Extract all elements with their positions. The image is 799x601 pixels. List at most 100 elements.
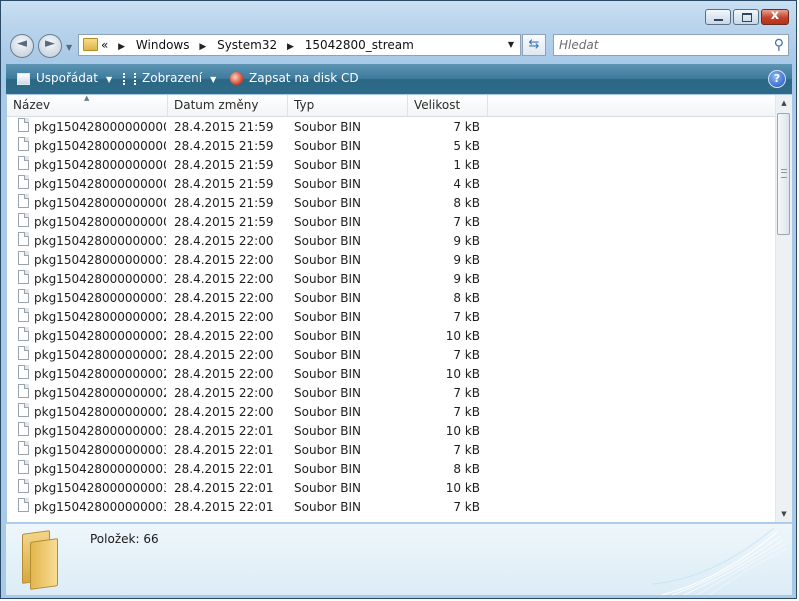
minimize-button[interactable] — [705, 9, 731, 25]
file-row[interactable]: pkg150428000000000c... 28.4.2015 21:59 Sou… — [7, 156, 776, 175]
recent-pages-dropdown-icon[interactable]: ▼ — [66, 43, 72, 52]
refresh-button[interactable]: ⇆ — [522, 34, 546, 56]
column-name[interactable]: Název ▲ — [7, 95, 168, 116]
back-arrow-icon: ◄ — [17, 36, 27, 51]
file-size: 7 kB — [453, 348, 480, 362]
breadcrumb: « ▶ Windows ▶ System32 ▶ 15042800_stream — [101, 38, 414, 52]
views-icon — [123, 72, 136, 85]
file-size: 9 kB — [453, 234, 480, 248]
address-bar[interactable]: « ▶ Windows ▶ System32 ▶ 15042800_stream… — [78, 34, 521, 56]
file-icon — [18, 213, 29, 227]
file-date: 28.4.2015 21:59 — [174, 196, 274, 210]
close-button[interactable]: x — [761, 8, 789, 25]
breadcrumb-separator-icon[interactable]: ▶ — [118, 42, 125, 52]
scroll-up-icon[interactable]: ▲ — [776, 95, 792, 111]
file-size: 7 kB — [453, 120, 480, 134]
scroll-down-icon[interactable]: ▼ — [776, 506, 792, 522]
column-size[interactable]: Velikost — [408, 95, 488, 116]
organize-button[interactable]: Uspořádat ▼ — [17, 71, 112, 85]
file-row[interactable]: pkg150428000000000d... 28.4.2015 21:59 Sou… — [7, 175, 776, 194]
forward-arrow-icon: ► — [45, 36, 55, 51]
file-row[interactable]: pkg150428000000003c... 28.4.2015 22:01 Sou… — [7, 460, 776, 479]
file-row[interactable]: pkg150428000000002a... 28.4.2015 22:00 Sou… — [7, 308, 776, 327]
file-type: Soubor BIN — [294, 158, 362, 172]
file-row[interactable]: pkg150428000000002d... 28.4.2015 22:00 Sou… — [7, 365, 776, 384]
file-row[interactable]: pkg150428000000001e... 28.4.2015 22:00 Sou… — [7, 270, 776, 289]
breadcrumb-item-windows[interactable]: Windows — [136, 38, 190, 52]
file-type: Soubor BIN — [294, 253, 362, 267]
file-row[interactable]: pkg150428000000002c... 28.4.2015 22:00 Sou… — [7, 346, 776, 365]
breadcrumb-separator-icon[interactable]: ▶ — [287, 42, 294, 52]
file-type: Soubor BIN — [294, 272, 362, 286]
file-type: Soubor BIN — [294, 310, 362, 324]
maximize-button[interactable] — [733, 9, 759, 25]
file-date: 28.4.2015 22:01 — [174, 443, 274, 457]
file-type: Soubor BIN — [294, 462, 362, 476]
search-input[interactable]: Hledat — [559, 38, 598, 52]
decorative-swoosh — [652, 527, 788, 595]
views-button[interactable]: Zobrazení ▼ — [123, 71, 216, 85]
file-type: Soubor BIN — [294, 120, 362, 134]
file-icon — [18, 441, 29, 455]
file-row[interactable]: pkg150428000000003e... 28.4.2015 22:01 Sou… — [7, 498, 776, 517]
column-type[interactable]: Typ — [288, 95, 408, 116]
explorer-window: x ◄ ► ▼ « ▶ Windows ▶ System32 ▶ 1504280… — [0, 0, 797, 599]
address-dropdown-icon[interactable]: ▼ — [508, 40, 514, 49]
file-row[interactable]: pkg150428000000000e... 28.4.2015 21:59 Sou… — [7, 194, 776, 213]
file-date: 28.4.2015 22:00 — [174, 272, 274, 286]
file-size: 7 kB — [453, 500, 480, 514]
file-name: pkg150428000000003c... — [34, 462, 166, 476]
back-button[interactable]: ◄ — [10, 34, 34, 58]
file-name: pkg150428000000001c... — [34, 253, 166, 267]
file-row[interactable]: pkg150428000000001f.... 28.4.2015 22:00 So… — [7, 289, 776, 308]
burn-cd-button[interactable]: Zapsat na disk CD — [230, 71, 359, 85]
file-row[interactable]: pkg150428000000002e... 28.4.2015 22:00 Sou… — [7, 384, 776, 403]
column-date[interactable]: Datum změny — [168, 95, 288, 116]
file-row[interactable]: pkg150428000000003a... 28.4.2015 22:01 Sou… — [7, 422, 776, 441]
file-date: 28.4.2015 21:59 — [174, 177, 274, 191]
file-size: 7 kB — [453, 443, 480, 457]
file-name: pkg150428000000000b... — [34, 139, 166, 153]
file-size: 7 kB — [453, 310, 480, 324]
folder-icon — [16, 530, 60, 590]
search-icon[interactable]: ⚲ — [774, 37, 784, 53]
organize-label: Uspořádat — [36, 71, 98, 85]
search-box[interactable]: Hledat ⚲ — [553, 34, 789, 56]
file-row[interactable]: pkg150428000000003d... 28.4.2015 22:01 Sou… — [7, 479, 776, 498]
breadcrumb-item-system32[interactable]: System32 — [217, 38, 277, 52]
file-size: 7 kB — [453, 386, 480, 400]
file-row[interactable]: pkg150428000000000f.... 28.4.2015 21:59 So… — [7, 213, 776, 232]
file-icon — [18, 327, 29, 341]
file-size: 4 kB — [453, 177, 480, 191]
file-row[interactable]: pkg150428000000002f.... 28.4.2015 22:00 So… — [7, 403, 776, 422]
file-name: pkg150428000000002e... — [34, 386, 166, 400]
close-icon: x — [770, 8, 780, 23]
breadcrumb-separator-icon[interactable]: ▶ — [199, 42, 206, 52]
help-icon[interactable]: ? — [768, 70, 786, 88]
file-name: pkg150428000000000e... — [34, 196, 166, 210]
scroll-thumb[interactable] — [777, 113, 790, 235]
breadcrumb-item-stream[interactable]: 15042800_stream — [305, 38, 414, 52]
file-type: Soubor BIN — [294, 481, 362, 495]
breadcrumb-overflow[interactable]: « — [101, 38, 108, 52]
file-icon — [18, 403, 29, 417]
file-row[interactable]: pkg150428000000001a... 28.4.2015 22:00 Sou… — [7, 232, 776, 251]
file-name: pkg150428000000002c... — [34, 348, 166, 362]
file-date: 28.4.2015 22:01 — [174, 424, 274, 438]
file-size: 7 kB — [453, 405, 480, 419]
column-size-label: Velikost — [414, 98, 461, 112]
file-row[interactable]: pkg150428000000001c... 28.4.2015 22:00 Sou… — [7, 251, 776, 270]
file-row[interactable]: pkg150428000000000b... 28.4.2015 21:59 Sou… — [7, 137, 776, 156]
file-name: pkg150428000000002d... — [34, 367, 166, 381]
forward-button[interactable]: ► — [38, 34, 62, 58]
file-type: Soubor BIN — [294, 291, 362, 305]
file-icon — [18, 232, 29, 246]
file-row[interactable]: pkg150428000000002b... 28.4.2015 22:00 Sou… — [7, 327, 776, 346]
file-row[interactable]: pkg150428000000000a... 28.4.2015 21:59 Sou… — [7, 118, 776, 137]
file-row[interactable]: pkg150428000000003b... 28.4.2015 22:01 Sou… — [7, 441, 776, 460]
vertical-scrollbar[interactable]: ▲ ▼ — [775, 95, 792, 522]
file-size: 8 kB — [453, 196, 480, 210]
file-date: 28.4.2015 21:59 — [174, 158, 274, 172]
file-icon — [18, 422, 29, 436]
file-date: 28.4.2015 22:00 — [174, 291, 274, 305]
